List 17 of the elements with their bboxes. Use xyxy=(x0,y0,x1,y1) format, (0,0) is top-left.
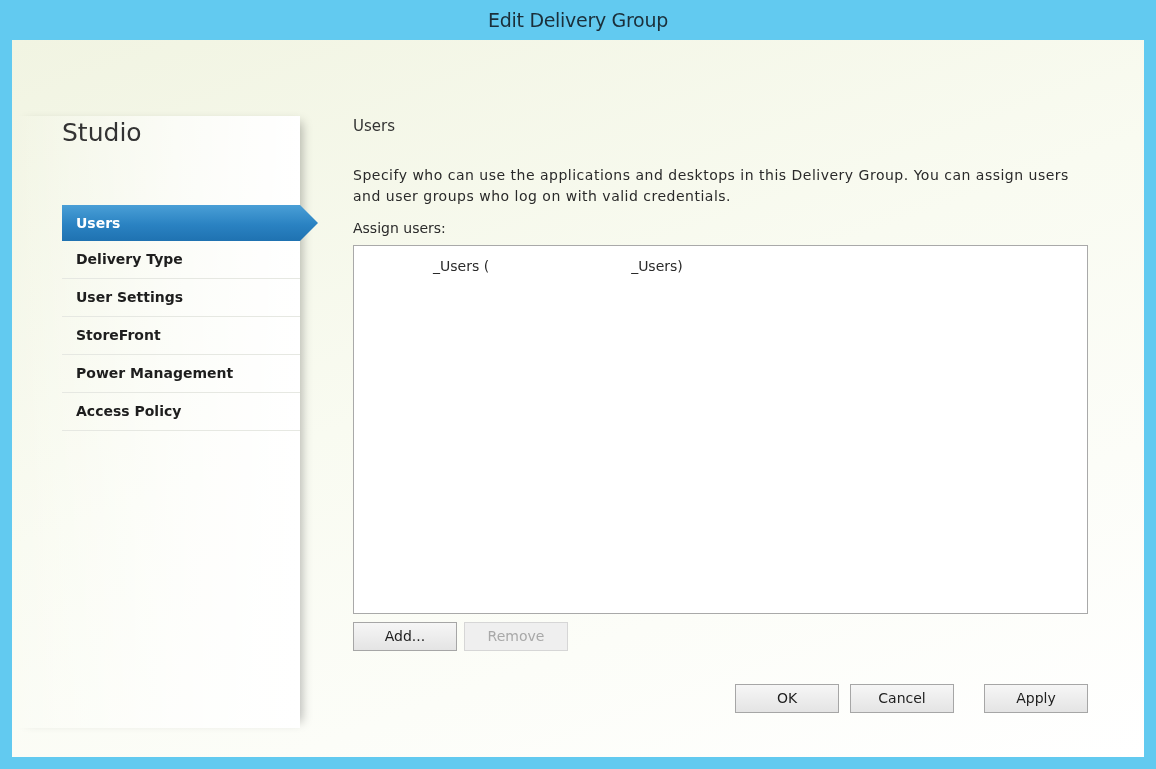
section-heading: Users xyxy=(353,117,396,135)
apply-button[interactable]: Apply xyxy=(984,684,1088,713)
ok-button[interactable]: OK xyxy=(735,684,839,713)
add-button[interactable]: Add... xyxy=(353,622,457,651)
description-text: Specify who can use the applications and desktops in this Delivery Group. You can assign users and user groups who log on with valid credentials. xyxy=(353,166,1070,206)
field-label: Assign users: xyxy=(353,219,447,237)
app-title: Studio xyxy=(62,118,143,148)
window-title: Edit Delivery Group xyxy=(488,7,668,33)
users-listbox[interactable]: _Users ( _Users) xyxy=(353,245,1088,614)
nav-item[interactable]: Power Management xyxy=(62,355,300,393)
nav-item[interactable]: Access Policy xyxy=(62,393,300,431)
nav-item[interactable]: User Settings xyxy=(62,279,300,317)
nav-item[interactable]: Delivery Type xyxy=(62,241,300,279)
cancel-button[interactable]: Cancel xyxy=(850,684,954,713)
nav-item[interactable]: Users xyxy=(62,205,318,241)
list-item[interactable]: _Users ( _Users) xyxy=(433,256,683,276)
nav-item[interactable]: StoreFront xyxy=(62,317,300,355)
